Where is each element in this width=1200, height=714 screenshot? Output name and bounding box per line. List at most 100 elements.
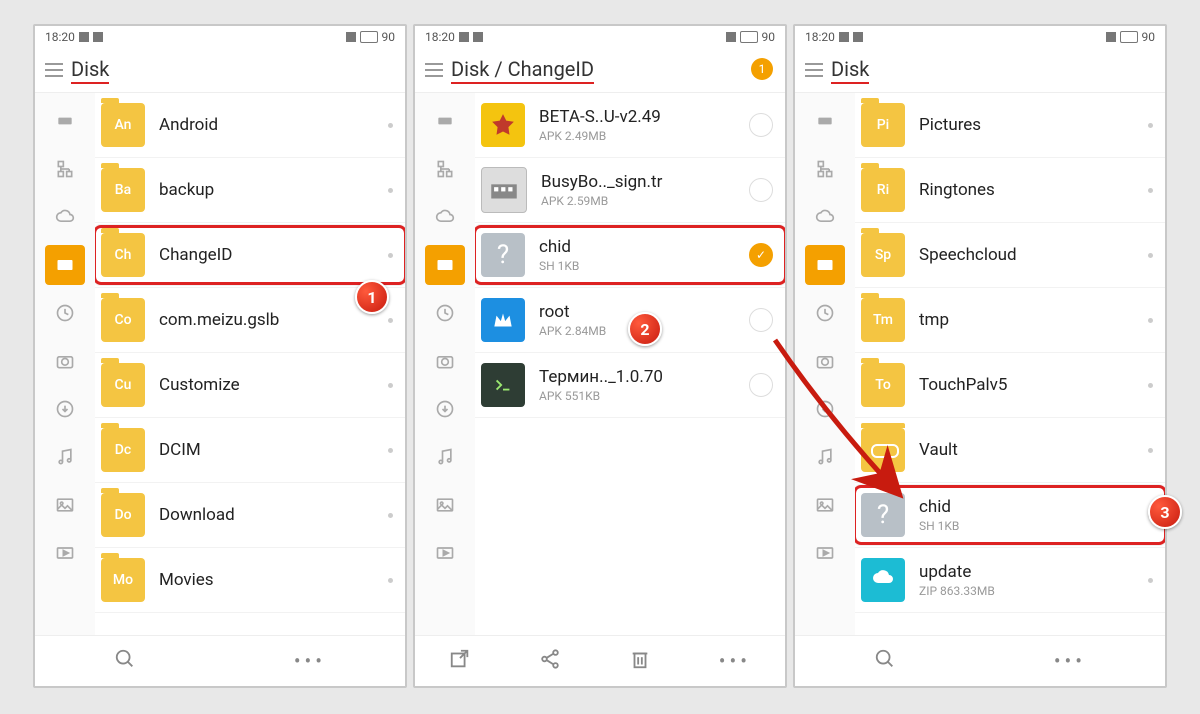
menu-icon[interactable] bbox=[45, 63, 63, 77]
item-menu-icon[interactable] bbox=[1148, 513, 1153, 518]
item-menu-icon[interactable] bbox=[1148, 253, 1153, 258]
sidebar-network-icon[interactable] bbox=[45, 149, 85, 189]
item-menu-icon[interactable] bbox=[1148, 318, 1153, 323]
list-item[interactable]: CuCustomize bbox=[95, 353, 405, 418]
select-circle[interactable] bbox=[749, 308, 773, 332]
more-icon[interactable]: ••• bbox=[1054, 649, 1086, 673]
item-menu-icon[interactable] bbox=[388, 123, 393, 128]
sidebar-storage-icon[interactable] bbox=[425, 245, 465, 285]
item-menu-icon[interactable] bbox=[1148, 123, 1153, 128]
list-item[interactable]: updateZIP 863.33MB bbox=[855, 548, 1165, 613]
item-menu-icon[interactable] bbox=[388, 318, 393, 323]
list-item[interactable]: BETA-S..U-v2.49APK 2.49MB bbox=[475, 93, 785, 158]
move-icon[interactable] bbox=[449, 648, 471, 675]
sidebar-network-icon[interactable] bbox=[805, 149, 845, 189]
list-item[interactable]: ?chidSH 1KB bbox=[855, 483, 1165, 548]
sidebar-network-icon[interactable] bbox=[425, 149, 465, 189]
item-menu-icon[interactable] bbox=[388, 513, 393, 518]
file-list[interactable]: BETA-S..U-v2.49APK 2.49MBBusyBo.._sign.t… bbox=[475, 93, 785, 635]
list-item[interactable]: DoDownload bbox=[95, 483, 405, 548]
list-item[interactable]: Термин.._1.0.70APK 551KB bbox=[475, 353, 785, 418]
item-name: Movies bbox=[159, 570, 388, 590]
list-item[interactable]: Babackup bbox=[95, 158, 405, 223]
list-item[interactable]: MoMovies bbox=[95, 548, 405, 613]
sidebar-camera-icon[interactable] bbox=[805, 341, 845, 381]
item-menu-icon[interactable] bbox=[1148, 448, 1153, 453]
sidebar-cloud-icon[interactable] bbox=[45, 197, 85, 237]
sidebar-usb-icon[interactable] bbox=[425, 101, 465, 141]
item-name: BETA-S..U-v2.49 bbox=[539, 107, 749, 127]
item-menu-icon[interactable] bbox=[388, 578, 393, 583]
breadcrumb[interactable]: Disk bbox=[831, 57, 869, 84]
sidebar-videos-icon[interactable] bbox=[805, 533, 845, 573]
list-item[interactable]: Tmtmp bbox=[855, 288, 1165, 353]
list-item[interactable]: Cocom.meizu.gslb bbox=[95, 288, 405, 353]
item-name: Ringtones bbox=[919, 180, 1148, 200]
sidebar-usb-icon[interactable] bbox=[45, 101, 85, 141]
list-item[interactable]: ?chidSH 1KB✓ bbox=[475, 223, 785, 288]
bottom-bar: ••• bbox=[795, 635, 1165, 686]
sidebar-recent-icon[interactable] bbox=[45, 293, 85, 333]
menu-icon[interactable] bbox=[425, 63, 443, 77]
header: Disk bbox=[35, 48, 405, 93]
sidebar-recent-icon[interactable] bbox=[805, 293, 845, 333]
list-item[interactable]: rootAPK 2.84MB bbox=[475, 288, 785, 353]
sidebar-images-icon[interactable] bbox=[45, 485, 85, 525]
list-item[interactable]: BusyBo.._sign.trAPK 2.59MB bbox=[475, 158, 785, 223]
sidebar-downloads-icon[interactable] bbox=[805, 389, 845, 429]
sidebar-images-icon[interactable] bbox=[425, 485, 465, 525]
sidebar-music-icon[interactable] bbox=[425, 437, 465, 477]
search-icon[interactable] bbox=[874, 648, 896, 675]
item-sub: SH 1KB bbox=[919, 519, 1148, 533]
select-circle[interactable] bbox=[749, 113, 773, 137]
sidebar-camera-icon[interactable] bbox=[45, 341, 85, 381]
search-icon[interactable] bbox=[114, 648, 136, 675]
breadcrumb[interactable]: Disk bbox=[71, 57, 109, 84]
sidebar-storage-icon[interactable] bbox=[45, 245, 85, 285]
item-menu-icon[interactable] bbox=[388, 188, 393, 193]
file-list[interactable]: PiPicturesRiRingtonesSpSpeechcloudTmtmpT… bbox=[855, 93, 1165, 635]
list-item[interactable]: SpSpeechcloud bbox=[855, 223, 1165, 288]
item-menu-icon[interactable] bbox=[388, 448, 393, 453]
sidebar-videos-icon[interactable] bbox=[45, 533, 85, 573]
status-battery: 90 bbox=[762, 30, 776, 44]
list-item[interactable]: ToTouchPalv5 bbox=[855, 353, 1165, 418]
sidebar-music-icon[interactable] bbox=[45, 437, 85, 477]
sidebar-recent-icon[interactable] bbox=[425, 293, 465, 333]
item-menu-icon[interactable] bbox=[1148, 578, 1153, 583]
list-item[interactable]: PiPictures bbox=[855, 93, 1165, 158]
item-menu-icon[interactable] bbox=[1148, 188, 1153, 193]
select-circle[interactable]: ✓ bbox=[749, 243, 773, 267]
item-menu-icon[interactable] bbox=[1148, 383, 1153, 388]
sidebar-cloud-icon[interactable] bbox=[425, 197, 465, 237]
item-name: Pictures bbox=[919, 115, 1148, 135]
list-item[interactable]: AnAndroid bbox=[95, 93, 405, 158]
sidebar-videos-icon[interactable] bbox=[425, 533, 465, 573]
sidebar-music-icon[interactable] bbox=[805, 437, 845, 477]
sidebar-cloud-icon[interactable] bbox=[805, 197, 845, 237]
menu-icon[interactable] bbox=[805, 63, 823, 77]
list-item[interactable]: Vault bbox=[855, 418, 1165, 483]
sidebar-camera-icon[interactable] bbox=[425, 341, 465, 381]
delete-icon[interactable] bbox=[629, 648, 651, 675]
sidebar-usb-icon[interactable] bbox=[805, 101, 845, 141]
breadcrumb[interactable]: Disk / ChangeID bbox=[451, 57, 594, 84]
select-circle[interactable] bbox=[749, 373, 773, 397]
more-icon[interactable]: ••• bbox=[719, 649, 751, 673]
select-circle[interactable] bbox=[749, 178, 773, 202]
sidebar-downloads-icon[interactable] bbox=[45, 389, 85, 429]
sidebar-downloads-icon[interactable] bbox=[425, 389, 465, 429]
list-item[interactable]: RiRingtones bbox=[855, 158, 1165, 223]
more-icon[interactable]: ••• bbox=[294, 649, 326, 673]
share-icon[interactable] bbox=[539, 648, 561, 675]
item-menu-icon[interactable] bbox=[388, 253, 393, 258]
list-item[interactable]: ChChangeID bbox=[95, 223, 405, 288]
list-item[interactable]: DcDCIM bbox=[95, 418, 405, 483]
item-sub: APK 2.59MB bbox=[541, 194, 749, 208]
file-list[interactable]: AnAndroidBabackupChChangeIDCocom.meizu.g… bbox=[95, 93, 405, 635]
status-icon bbox=[93, 32, 103, 42]
item-name: TouchPalv5 bbox=[919, 375, 1148, 395]
item-menu-icon[interactable] bbox=[388, 383, 393, 388]
sidebar-images-icon[interactable] bbox=[805, 485, 845, 525]
sidebar-storage-icon[interactable] bbox=[805, 245, 845, 285]
